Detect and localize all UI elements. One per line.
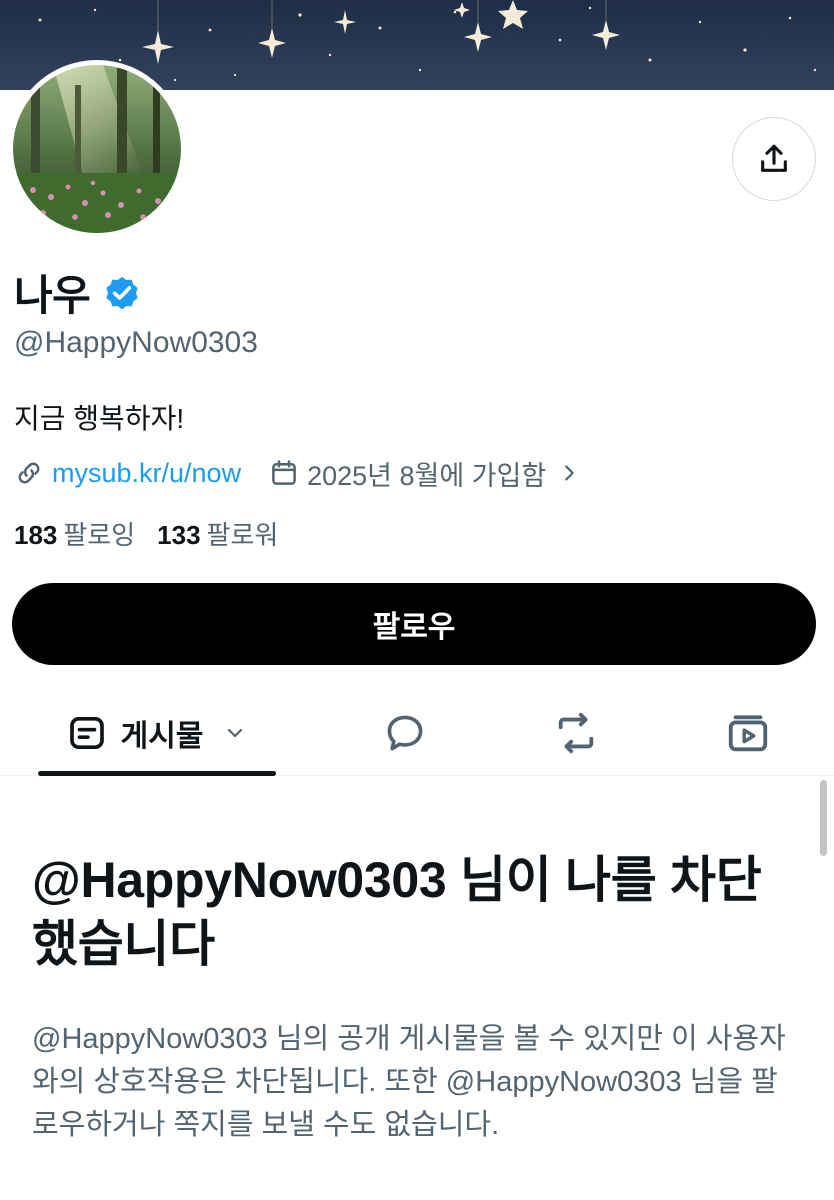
- active-tab-indicator: [38, 771, 276, 776]
- tab-replies[interactable]: [365, 690, 445, 776]
- profile-meta: mysub.kr/u/now 2025년 8월에 가입함: [14, 453, 580, 493]
- profile-bio: 지금 행복하자!: [14, 403, 185, 434]
- video-icon: [728, 715, 768, 752]
- joined-date-text: 2025년 8월에 가입함: [307, 460, 547, 491]
- tab-posts[interactable]: 게시물: [38, 690, 276, 776]
- tab-posts-label: 게시물: [120, 720, 204, 753]
- follow-button[interactable]: 팔로우: [12, 583, 816, 665]
- blocked-notice-description: @HappyNow0303 님의 공개 게시물을 볼 수 있지만 이 사용자와의…: [32, 1023, 786, 1141]
- following-link[interactable]: 183 팔로잉: [14, 515, 135, 552]
- calendar-icon: [272, 460, 296, 485]
- share-icon: [761, 144, 787, 172]
- profile-tabs: 게시물: [0, 690, 834, 776]
- follow-counts: 183 팔로잉 133 팔로워: [14, 515, 278, 552]
- posts-icon: [69, 717, 104, 749]
- following-count: 183: [14, 520, 58, 550]
- repost-icon: [558, 712, 594, 754]
- tab-reposts[interactable]: [536, 690, 616, 776]
- chevron-right-icon: [565, 465, 574, 481]
- avatar[interactable]: [8, 60, 186, 238]
- following-label: 팔로잉: [63, 520, 136, 550]
- avatar-image: [13, 65, 181, 233]
- chevron-down-icon: [228, 728, 243, 738]
- followers-label: 팔로워: [206, 520, 279, 550]
- profile-handle: @HappyNow0303: [14, 326, 258, 359]
- reply-bubble-icon: [387, 715, 423, 751]
- share-button[interactable]: [732, 117, 816, 201]
- verified-badge-icon[interactable]: [102, 273, 142, 313]
- link-icon: [18, 462, 40, 484]
- followers-link[interactable]: 133 팔로워: [157, 515, 278, 552]
- profile-link[interactable]: mysub.kr/u/now: [14, 458, 241, 489]
- tab-videos[interactable]: [708, 690, 788, 776]
- blocked-notice-title: @HappyNow0303 님이 나를 차단했습니다: [32, 852, 762, 972]
- profile-link-text[interactable]: mysub.kr/u/now: [52, 458, 241, 489]
- joined-date[interactable]: 2025년 8월에 가입함: [269, 454, 580, 493]
- profile-name-row: 나우: [14, 262, 142, 323]
- followers-count: 133: [157, 520, 201, 550]
- display-name: 나우: [14, 272, 91, 319]
- scrollbar[interactable]: [820, 780, 827, 856]
